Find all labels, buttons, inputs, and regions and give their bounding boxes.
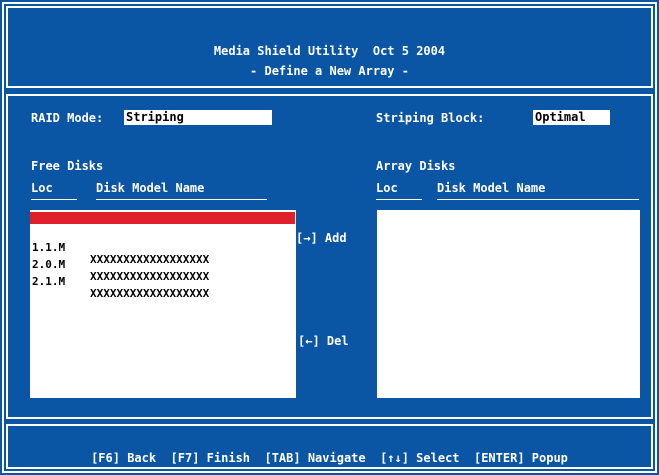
striping-block-field[interactable]: Optimal — [533, 110, 610, 125]
disk-loc: 2.1.M — [32, 275, 66, 288]
striping-block-label: Striping Block: — [376, 111, 485, 125]
utility-title: Media Shield Utility Oct 5 2004 — [213, 44, 446, 58]
disk-row-2-0-m[interactable]: 2.0.M XXXXXXXXXXXXXXXXXX — [30, 247, 295, 283]
add-disk-button[interactable]: [→] Add — [296, 231, 347, 245]
array-disks-col-model: Disk Model Name — [437, 181, 546, 195]
raid-mode-label: RAID Mode: — [31, 111, 104, 125]
array-disks-col-loc: Loc — [376, 181, 398, 195]
free-disks-loc-underline — [31, 199, 77, 200]
array-disks-title: Array Disks — [376, 159, 456, 173]
page-subtitle: - Define a New Array - — [250, 64, 409, 78]
free-disks-col-loc: Loc — [31, 181, 53, 195]
raid-mode-field[interactable]: Striping — [124, 110, 272, 125]
free-disks-model-underline — [96, 199, 267, 200]
free-disks-list[interactable]: 1.0.M XXXXXXXXXXXXXXXXXX 1.1.M XXXXXXXXX… — [30, 210, 296, 398]
disk-row-1-0-m[interactable]: 1.0.M XXXXXXXXXXXXXXXXXX — [30, 212, 295, 248]
array-disks-list[interactable] — [377, 210, 640, 398]
disk-row-2-1-m[interactable]: 2.1.M XXXXXXXXXXXXXXXXXX — [30, 264, 295, 300]
free-disks-col-model: Disk Model Name — [96, 181, 205, 195]
disk-row-1-1-m[interactable]: 1.1.M XXXXXXXXXXXXXXXXXX — [30, 230, 295, 266]
footer-hotkeys: [F6] Back [F7] Finish [TAB] Navigate [↑↓… — [91, 451, 568, 465]
array-disks-model-underline — [437, 199, 639, 200]
disk-model: XXXXXXXXXXXXXXXXXX — [90, 287, 210, 300]
array-disks-loc-underline — [376, 199, 422, 200]
free-disks-title: Free Disks — [31, 159, 104, 173]
delete-disk-button[interactable]: [←] Del — [298, 334, 349, 348]
